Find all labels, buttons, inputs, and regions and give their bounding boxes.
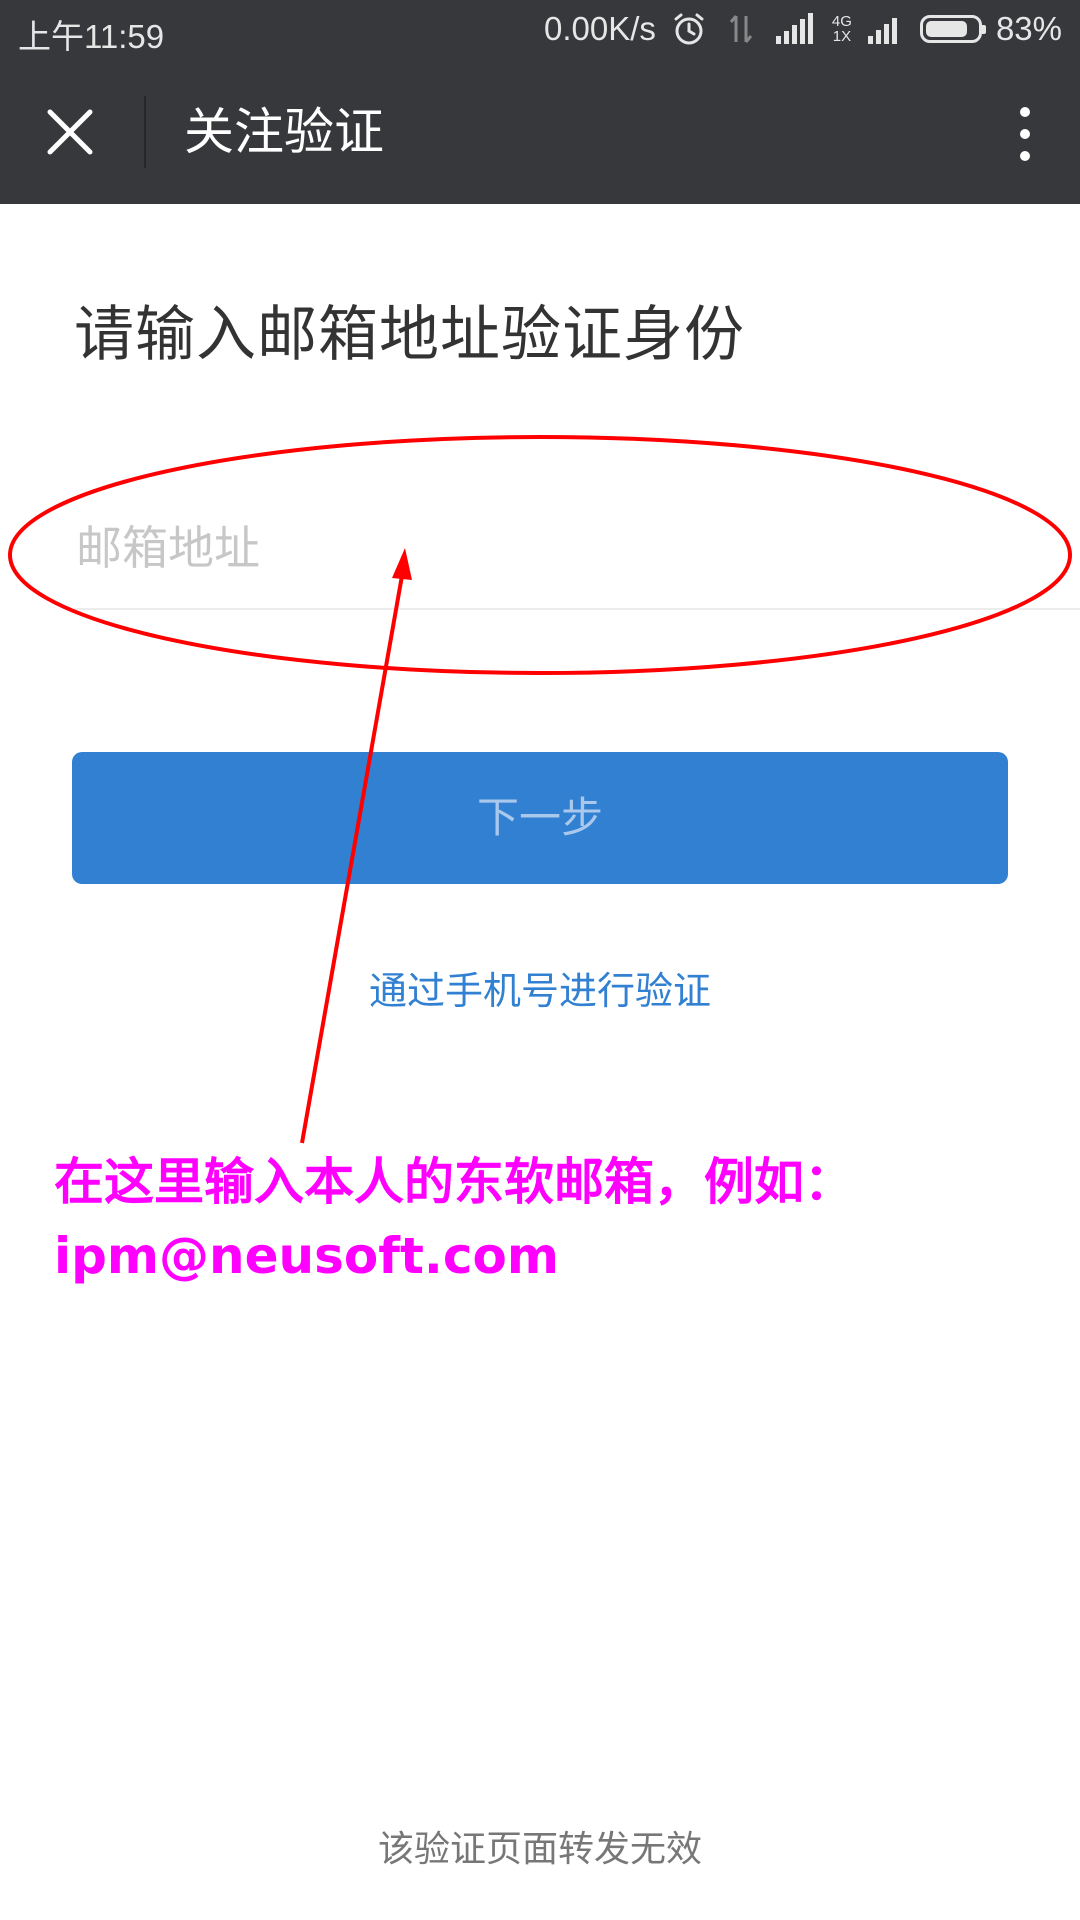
annotation-line-2: ipm@neusoft.com <box>54 1227 559 1285</box>
battery-percent: 83% <box>995 10 1062 47</box>
battery-fill <box>925 21 968 37</box>
status-bar: 上午11:59 0.00K/s 4G 1X 83% <box>0 0 1080 60</box>
net-speed: 0.00K/s <box>544 10 656 47</box>
signal-icon <box>867 18 897 44</box>
more-vertical-icon[interactable] <box>1010 102 1040 166</box>
input-underline <box>74 608 1080 610</box>
annotation-line-1: 在这里输入本人的东软邮箱，例如： <box>54 1153 854 1211</box>
title-divider <box>144 96 146 168</box>
title-bar: 关注验证 <box>0 60 1080 204</box>
page-title: 关注验证 <box>184 103 384 161</box>
email-input[interactable] <box>74 502 1008 594</box>
alarm-icon <box>674 13 704 45</box>
footer-note: 该验证页面转发无效 <box>377 1829 702 1870</box>
close-icon[interactable] <box>40 102 100 162</box>
form-heading: 请输入邮箱地址验证身份 <box>74 300 745 370</box>
status-right: 0.00K/s 4G 1X 83% <box>544 10 1062 48</box>
status-time: 上午11:59 <box>18 18 165 55</box>
data-transfer-icon <box>729 15 753 43</box>
battery-icon <box>919 15 986 43</box>
verify-by-phone-link[interactable]: 通过手机号进行验证 <box>0 960 1080 1015</box>
next-button[interactable]: 下一步 <box>72 752 1008 884</box>
network-type: 4G 1X <box>832 14 852 44</box>
signal-icon <box>775 13 813 44</box>
annotation-text: 在这里输入本人的东软邮箱，例如： ipm@neusoft.com <box>54 1145 1054 1293</box>
network-type-bottom: 1X <box>832 28 852 45</box>
email-field-wrapper <box>0 490 1080 610</box>
